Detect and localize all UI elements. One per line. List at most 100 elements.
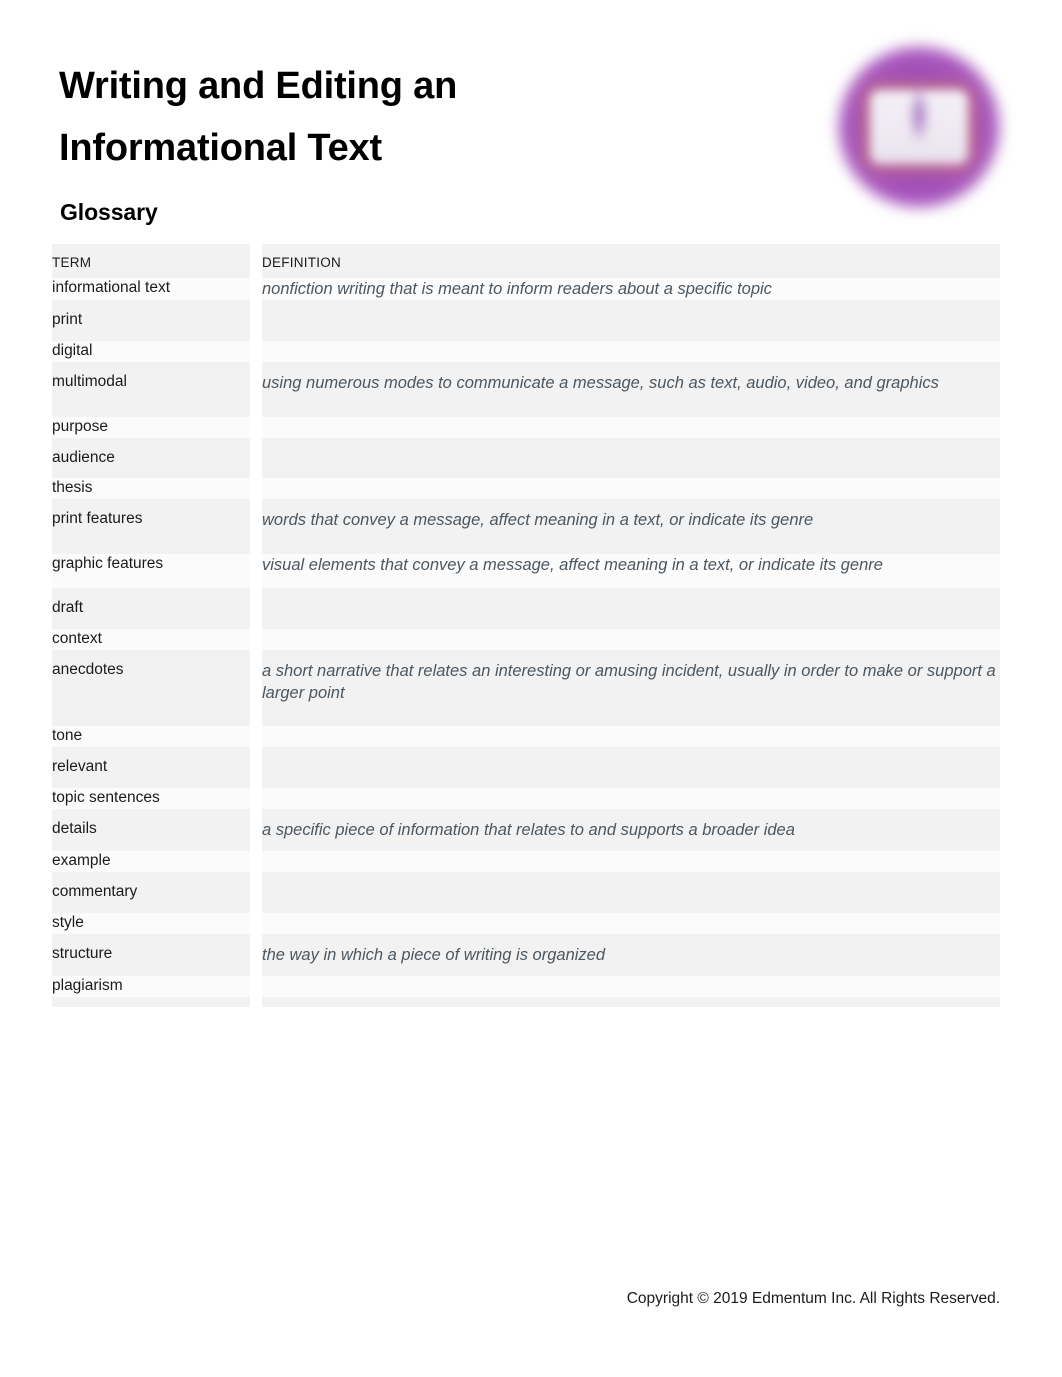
column-divider (250, 597, 262, 619)
glossary-term: plagiarism (52, 976, 250, 998)
glossary-term: example (52, 851, 250, 873)
table-row: plagiarism (52, 976, 1000, 998)
column-divider (250, 553, 262, 588)
row-separator (52, 543, 1000, 554)
table-row: multimodal using numerous modes to commun… (52, 372, 1000, 407)
column-divider (250, 944, 262, 967)
glossary-definition: a short narrative that relates an intere… (262, 659, 1000, 717)
column-divider (250, 278, 262, 301)
glossary-term: draft (52, 597, 250, 619)
glossary-definition (262, 882, 1000, 904)
glossary-definition: a specific piece of information that rel… (262, 819, 1000, 842)
row-separator (52, 716, 1000, 727)
copyright-footer: Copyright © 2019 Edmentum Inc. All Right… (626, 1290, 1000, 1307)
document-page: Writing and Editing an Informational Tex… (0, 0, 1062, 1377)
row-separator (52, 778, 1000, 789)
column-divider (250, 788, 262, 810)
row-separator (52, 331, 1000, 342)
row-separator (52, 468, 1000, 479)
glossary-definition (262, 851, 1000, 873)
column-divider (250, 659, 262, 717)
column-divider (250, 341, 262, 363)
table-row: context (52, 628, 1000, 650)
column-divider (250, 913, 262, 935)
column-divider (250, 882, 262, 904)
glossary-definition: using numerous modes to communicate a me… (262, 372, 1000, 407)
column-divider (250, 819, 262, 842)
table-row: example (52, 851, 1000, 873)
glossary-definition (262, 416, 1000, 438)
row-separator (52, 841, 1000, 852)
glossary-definition (262, 628, 1000, 650)
table-row: graphic features visual elements that con… (52, 553, 1000, 588)
table-row: print features words that convey a messag… (52, 509, 1000, 544)
row-separator (52, 872, 1000, 883)
glossary-term: commentary (52, 882, 250, 904)
glossary-definition (262, 976, 1000, 998)
row-separator (52, 903, 1000, 914)
table-row: relevant (52, 757, 1000, 779)
column-divider (250, 310, 262, 332)
glossary-term: tone (52, 726, 250, 748)
row-separator (52, 809, 1000, 820)
glossary-term: topic sentences (52, 788, 250, 810)
column-divider (250, 416, 262, 438)
row-separator (52, 587, 1000, 598)
row-separator (52, 747, 1000, 758)
glossary-definition (262, 757, 1000, 779)
column-divider (250, 976, 262, 998)
glossary-definition (262, 310, 1000, 332)
glossary-term: structure (52, 944, 250, 967)
table-row: audience (52, 447, 1000, 469)
table-row: anecdotes a short narrative that relates … (52, 659, 1000, 717)
glossary-term: informational text (52, 278, 250, 301)
glossary-definition (262, 726, 1000, 748)
edmentum-logo (826, 34, 1012, 220)
table-row: style (52, 913, 1000, 935)
page-title: Writing and Editing an Informational Tex… (59, 65, 458, 169)
open-book-icon (870, 90, 968, 164)
row-separator (52, 934, 1000, 945)
glossary-term: audience (52, 447, 250, 469)
glossary-term: details (52, 819, 250, 842)
glossary-definition: nonfiction writing that is meant to info… (262, 278, 1000, 301)
column-divider (250, 757, 262, 779)
glossary-term: print (52, 310, 250, 332)
column-header-definition: DEFINITION (262, 244, 1000, 279)
glossary-definition: the way in which a piece of writing is o… (262, 944, 1000, 967)
glossary-term: context (52, 628, 250, 650)
glossary-term: purpose (52, 416, 250, 438)
glossary-term: digital (52, 341, 250, 363)
table-row: informational text nonfiction writing tha… (52, 278, 1000, 301)
row-separator (52, 406, 1000, 417)
row-separator (52, 649, 1000, 660)
glossary-definition (262, 597, 1000, 619)
glossary-definition (262, 341, 1000, 363)
table-row: draft (52, 597, 1000, 619)
glossary-definition: words that convey a message, affect mean… (262, 509, 1000, 544)
row-separator (52, 300, 1000, 311)
column-divider (250, 478, 262, 500)
glossary-term: graphic features (52, 553, 250, 588)
row-separator (52, 997, 1000, 1008)
table-row: print (52, 310, 1000, 332)
glossary-definition (262, 447, 1000, 469)
glossary-term: style (52, 913, 250, 935)
table-row: purpose (52, 416, 1000, 438)
column-divider (250, 726, 262, 748)
table-row: tone (52, 726, 1000, 748)
column-divider (250, 447, 262, 469)
table-row: topic sentences (52, 788, 1000, 810)
table-row: thesis (52, 478, 1000, 500)
glossary-table: TERM DEFINITION informational text nonficti… (52, 244, 1000, 1008)
glossary-term: relevant (52, 757, 250, 779)
glossary-definition (262, 913, 1000, 935)
column-divider (250, 372, 262, 407)
table-row: commentary (52, 882, 1000, 904)
glossary-term: thesis (52, 478, 250, 500)
glossary-definition (262, 478, 1000, 500)
glossary-term: multimodal (52, 372, 250, 407)
glossary-term: anecdotes (52, 659, 250, 717)
column-divider (250, 851, 262, 873)
column-divider (250, 628, 262, 650)
